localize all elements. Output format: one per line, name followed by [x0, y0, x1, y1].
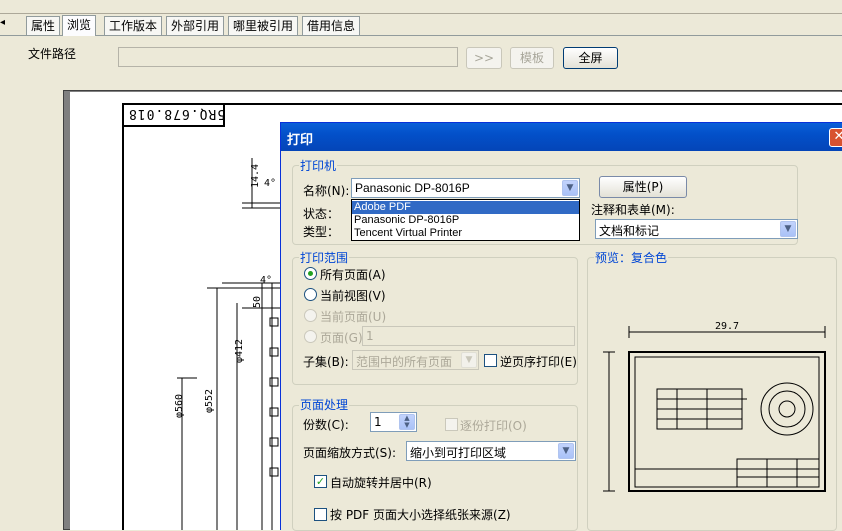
- chevron-down-icon[interactable]: ▼: [558, 443, 574, 459]
- file-path-field[interactable]: [118, 47, 458, 67]
- template-button[interactable]: 模板: [510, 47, 554, 69]
- window-top-strip: [0, 0, 842, 14]
- pages-radio[interactable]: [304, 330, 317, 343]
- comments-forms-label: 注释和表单(M):: [591, 201, 675, 218]
- collate-checkbox[interactable]: [445, 418, 458, 431]
- chevron-down-icon[interactable]: ▼: [562, 180, 578, 196]
- printer-dropdown-list: Adobe PDF Panasonic DP-8016P Tencent Vir…: [351, 199, 580, 241]
- printer-properties-button[interactable]: 属性(P): [599, 176, 687, 198]
- reverse-order-label: 逆页序打印(E): [500, 353, 577, 370]
- all-pages-label: 所有页面(A): [320, 266, 386, 283]
- current-page-label: 当前页面(U): [320, 308, 386, 325]
- dim-label: φ412: [234, 339, 245, 363]
- print-dialog: 打印 ✕ 打印机 名称(N): Panasonic DP-8016P ▼ 属性(…: [280, 122, 842, 530]
- printer-option[interactable]: Panasonic DP-8016P: [352, 214, 579, 227]
- current-page-radio[interactable]: [304, 309, 317, 322]
- page-scaling-label: 页面缩放方式(S):: [303, 444, 396, 461]
- close-icon[interactable]: ✕: [829, 128, 842, 147]
- drawing-linework: 14.4 4° 4° 50 φ412 φ560 φ552: [122, 128, 282, 530]
- printer-option[interactable]: Tencent Virtual Printer: [352, 227, 579, 240]
- page-scaling-select[interactable]: 缩小到可打印区域 ▼: [406, 441, 576, 461]
- dim-label: φ552: [204, 389, 215, 413]
- tab-external-refs[interactable]: 外部引用: [166, 16, 224, 35]
- copies-label: 份数(C):: [303, 416, 349, 433]
- comments-forms-value: 文档和标记: [599, 222, 659, 239]
- print-range-group-title: 打印范围: [299, 249, 349, 266]
- all-pages-radio[interactable]: [304, 267, 317, 280]
- choose-paper-source-checkbox[interactable]: [314, 508, 327, 521]
- copies-value: 1: [374, 415, 382, 429]
- printer-type-label: 类型：: [303, 223, 339, 240]
- dialog-titlebar[interactable]: [281, 123, 842, 151]
- dim-label: 50: [252, 296, 263, 308]
- stepper-arrows-icon[interactable]: ▲▼: [399, 414, 415, 430]
- preview-width-label: 29.7: [715, 321, 739, 332]
- next-button[interactable]: >>: [466, 47, 502, 69]
- choose-paper-source-label: 按 PDF 页面大小选择纸张来源(Z): [330, 506, 511, 523]
- tab-browse[interactable]: 浏览: [62, 15, 96, 36]
- pages-value: 1: [366, 329, 374, 343]
- page-handling-group-title: 页面处理: [299, 396, 349, 413]
- printer-group-title: 打印机: [299, 157, 337, 174]
- printer-name-label: 名称(N):: [303, 182, 349, 199]
- preview-group-title: 预览：复合色: [594, 249, 668, 266]
- copies-stepper[interactable]: 1 ▲▼: [370, 412, 417, 432]
- subset-value: 范围中的所有页面: [356, 353, 452, 370]
- tab-work-version[interactable]: 工作版本: [104, 16, 162, 35]
- drawing-number: 5RQ.678.018: [128, 106, 225, 121]
- dim-label: 4°: [260, 275, 272, 286]
- page-scaling-value: 缩小到可打印区域: [410, 444, 506, 461]
- collate-label: 逐份打印(O): [460, 417, 527, 434]
- chevron-down-icon[interactable]: ▼: [461, 352, 477, 368]
- file-path-label: 文件路径: [28, 45, 76, 62]
- dim-label: φ560: [174, 394, 185, 418]
- dialog-title: 打印: [287, 129, 313, 148]
- current-view-radio[interactable]: [304, 288, 317, 301]
- dim-label: 14.4: [250, 164, 261, 188]
- printer-option[interactable]: Adobe PDF: [352, 201, 579, 214]
- subset-label: 子集(B):: [303, 353, 349, 370]
- tab-where-used[interactable]: 哪里被引用: [228, 16, 298, 35]
- tab-borrow-info[interactable]: 借用信息: [302, 16, 360, 35]
- comments-forms-select[interactable]: 文档和标记 ▼: [595, 219, 798, 239]
- reverse-order-checkbox[interactable]: [484, 354, 497, 367]
- current-view-label: 当前视图(V): [320, 287, 386, 304]
- auto-rotate-label: 自动旋转并居中(R): [330, 474, 432, 491]
- pages-input[interactable]: 1: [362, 326, 575, 346]
- printer-name-value: Panasonic DP-8016P: [355, 181, 470, 195]
- fullscreen-button[interactable]: 全屏: [563, 47, 618, 69]
- auto-rotate-checkbox[interactable]: ✓: [314, 475, 327, 488]
- dim-label: 4°: [264, 178, 276, 189]
- printer-status-label: 状态：: [303, 205, 339, 222]
- tab-scroll-left-icon[interactable]: ◂: [0, 16, 10, 30]
- preview-area: 29.7 21: [597, 319, 831, 499]
- printer-name-select[interactable]: Panasonic DP-8016P ▼: [351, 178, 580, 198]
- pages-label: 页面(G): [320, 329, 363, 346]
- tab-properties[interactable]: 属性: [26, 16, 60, 35]
- chevron-down-icon[interactable]: ▼: [780, 221, 796, 237]
- subset-select[interactable]: 范围中的所有页面 ▼: [352, 350, 479, 370]
